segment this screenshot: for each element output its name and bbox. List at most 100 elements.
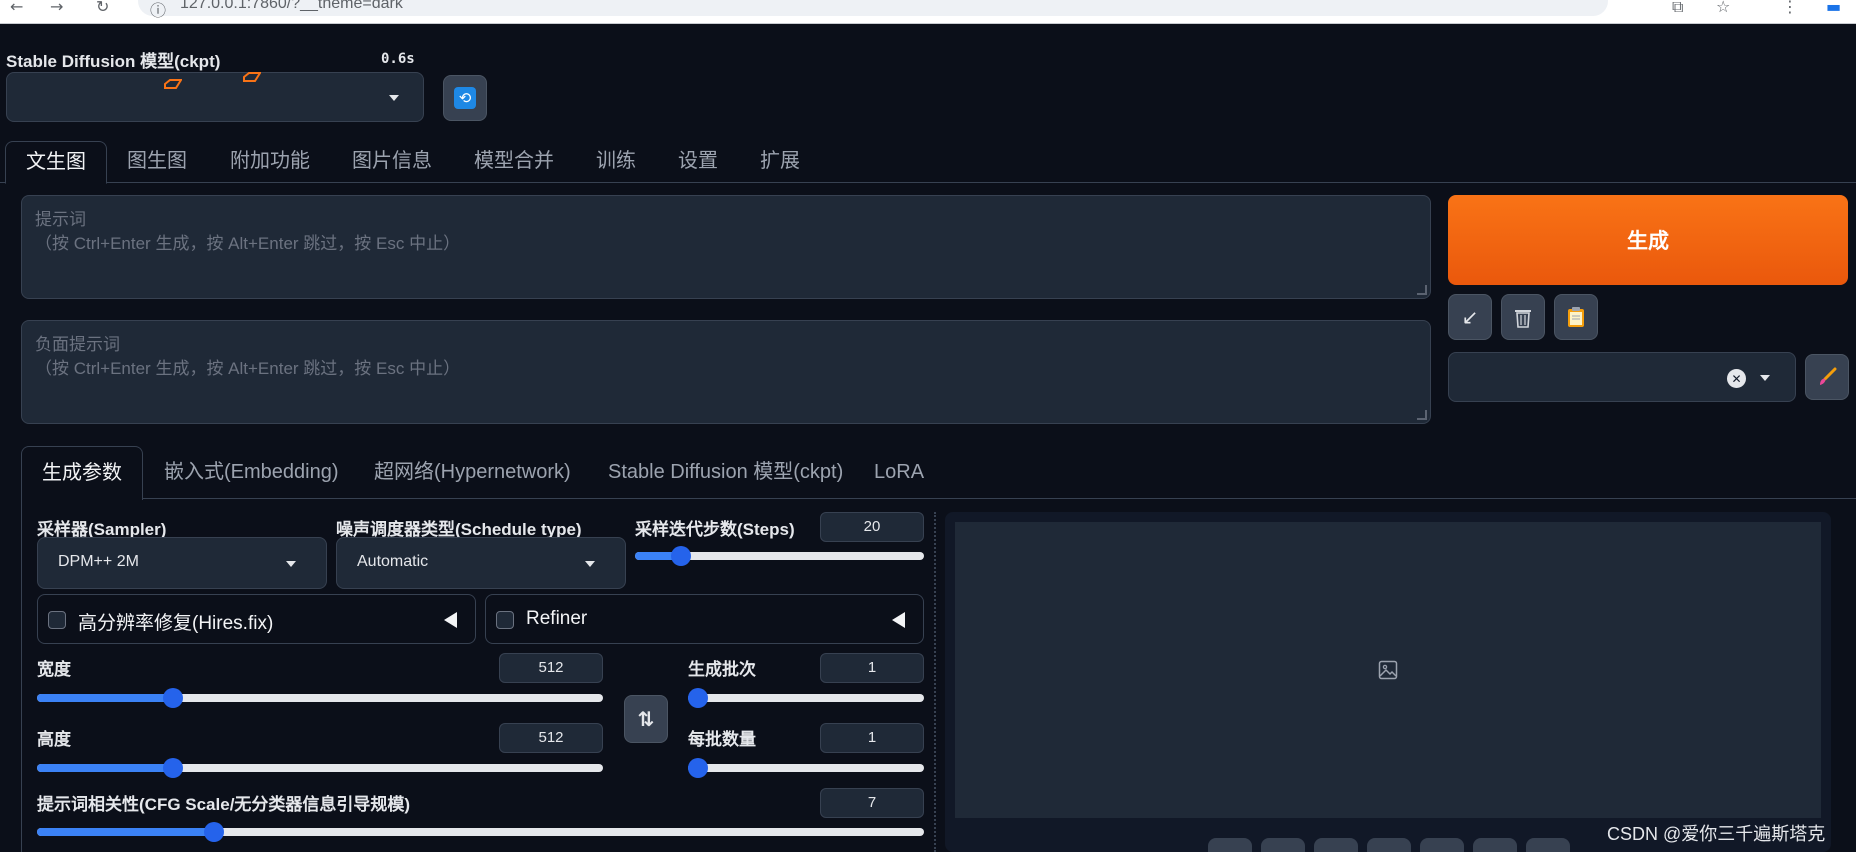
menu-icon[interactable]: ⋮ xyxy=(1782,0,1798,16)
tab-train[interactable]: 训练 xyxy=(596,141,636,183)
chevron-down-icon xyxy=(389,95,399,101)
paste-styles-button[interactable] xyxy=(1554,294,1598,340)
cfg-scale-input[interactable]: 7 xyxy=(820,788,924,818)
height-input[interactable]: 512 xyxy=(499,723,603,753)
height-slider[interactable] xyxy=(37,758,603,778)
hires-fix-checkbox[interactable] xyxy=(48,611,66,629)
chevron-down-icon xyxy=(1760,375,1770,381)
batch-size-label: 每批数量 xyxy=(688,730,756,749)
forward-icon[interactable]: → xyxy=(50,0,63,16)
chevron-down-icon xyxy=(585,561,595,567)
swap-dimensions-button[interactable]: ⇅ xyxy=(624,695,668,743)
slider-thumb[interactable] xyxy=(162,758,183,778)
refiner-accordion[interactable]: Refiner xyxy=(485,594,924,644)
tab-embedding[interactable]: 嵌入式(Embedding) xyxy=(164,446,339,499)
brush-icon xyxy=(1820,367,1837,385)
batch-size-slider[interactable] xyxy=(688,758,924,778)
prompt-placeholder-hint: （按 Ctrl+Enter 生成，按 Alt+Enter 跳过，按 Esc 中止… xyxy=(35,234,461,253)
refresh-checkpoint-button[interactable]: ⟲ xyxy=(443,75,487,121)
cfg-scale-slider[interactable] xyxy=(37,822,924,842)
slider-fill xyxy=(37,764,173,772)
negative-prompt-placeholder-title: 负面提示词 xyxy=(35,335,120,354)
steps-label: 采样迭代步数(Steps) xyxy=(635,520,795,539)
refiner-checkbox[interactable] xyxy=(496,611,514,629)
output-image xyxy=(955,522,1821,818)
trash-icon xyxy=(1515,310,1531,328)
checkpoint-load-time: 0.6s xyxy=(381,51,415,67)
tab-settings[interactable]: 设置 xyxy=(678,141,718,183)
arrow-down-left-icon: ↙ xyxy=(1461,305,1479,329)
tab-checkpoints[interactable]: Stable Diffusion 模型(ckpt) xyxy=(608,446,843,499)
parameter-tabs: 生成参数 嵌入式(Embedding) 超网络(Hypernetwork) St… xyxy=(0,446,1856,500)
send-to-inpaint-button[interactable] xyxy=(1420,838,1464,852)
open-folder-button[interactable] xyxy=(1208,838,1252,852)
slider-fill xyxy=(37,694,173,702)
slider-fill xyxy=(37,828,215,836)
refiner-label: Refiner xyxy=(526,608,588,629)
save-button[interactable] xyxy=(1261,838,1305,852)
site-info-icon[interactable]: ⓘ xyxy=(150,0,166,21)
tab-img2img[interactable]: 图生图 xyxy=(127,141,187,183)
watermark-text: CSDN @爱你三千遍斯塔克 xyxy=(1607,824,1826,844)
styles-dropdown[interactable]: ✕ xyxy=(1448,352,1796,402)
clear-prompt-button[interactable] xyxy=(1501,294,1545,340)
translate-icon[interactable]: ⧉ xyxy=(1672,0,1683,17)
loading-icon xyxy=(243,72,261,82)
batch-size-input[interactable]: 1 xyxy=(820,723,924,753)
tab-generation-params[interactable]: 生成参数 xyxy=(21,446,143,500)
batch-count-input[interactable]: 1 xyxy=(820,653,924,683)
hires-fix-accordion[interactable]: 高分辨率修复(Hires.fix) xyxy=(37,594,476,644)
tab-extensions[interactable]: 扩展 xyxy=(760,141,800,183)
edit-styles-button[interactable] xyxy=(1805,354,1849,400)
steps-input[interactable]: 20 xyxy=(820,512,924,542)
read-params-button[interactable]: ↙ xyxy=(1448,294,1492,340)
output-panel xyxy=(945,512,1831,852)
schedule-type-dropdown[interactable]: Automatic xyxy=(336,537,626,589)
panel-divider xyxy=(934,512,936,852)
tab-model-merge[interactable]: 模型合并 xyxy=(474,141,554,183)
tab-extras[interactable]: 附加功能 xyxy=(230,141,310,183)
height-label: 高度 xyxy=(37,730,71,749)
bookmark-star-icon[interactable]: ☆ xyxy=(1716,0,1730,16)
loading-icon xyxy=(164,79,182,89)
sampler-dropdown[interactable]: DPM++ 2M xyxy=(37,537,327,589)
batch-count-label: 生成批次 xyxy=(688,660,756,679)
negative-prompt-input[interactable]: 负面提示词 （按 Ctrl+Enter 生成，按 Alt+Enter 跳过，按 … xyxy=(21,320,1431,424)
send-to-extras-button[interactable] xyxy=(1473,838,1517,852)
checkpoint-dropdown[interactable] xyxy=(6,72,424,122)
image-placeholder-icon xyxy=(1378,660,1398,680)
steps-slider[interactable] xyxy=(635,546,924,566)
sampler-value: DPM++ 2M xyxy=(58,553,139,570)
collapse-triangle-icon[interactable] xyxy=(892,612,905,628)
slider-thumb[interactable] xyxy=(162,688,183,708)
schedule-type-value: Automatic xyxy=(357,553,429,570)
profile-icon[interactable]: ▬ xyxy=(1826,0,1841,16)
hires-fix-label: 高分辨率修复(Hires.fix) xyxy=(78,613,274,634)
clipboard-icon xyxy=(1568,307,1584,327)
reload-icon[interactable]: ↻ xyxy=(96,0,109,16)
slider-thumb[interactable] xyxy=(688,758,708,778)
tab-hypernetwork[interactable]: 超网络(Hypernetwork) xyxy=(374,446,571,499)
address-url: 127.0.0.1:7860/?__theme=dark xyxy=(180,0,403,12)
zip-button[interactable] xyxy=(1314,838,1358,852)
resize-handle-icon[interactable] xyxy=(1417,285,1427,295)
width-input[interactable]: 512 xyxy=(499,653,603,683)
tab-lora[interactable]: LoRA xyxy=(874,446,924,499)
send-to-img2img-button[interactable] xyxy=(1367,838,1411,852)
main-tabs: 文生图 图生图 附加功能 图片信息 模型合并 训练 设置 扩展 xyxy=(0,141,1856,184)
swap-icon: ⇅ xyxy=(637,707,655,731)
upscale-button[interactable] xyxy=(1526,838,1570,852)
negative-prompt-placeholder-hint: （按 Ctrl+Enter 生成，按 Alt+Enter 跳过，按 Esc 中止… xyxy=(35,359,461,378)
generate-button[interactable]: 生成 xyxy=(1448,195,1848,285)
back-icon[interactable]: ← xyxy=(10,0,23,16)
prompt-input[interactable]: 提示词 （按 Ctrl+Enter 生成，按 Alt+Enter 跳过，按 Es… xyxy=(21,195,1431,299)
batch-count-slider[interactable] xyxy=(688,688,924,708)
resize-handle-icon[interactable] xyxy=(1417,410,1427,420)
width-slider[interactable] xyxy=(37,688,603,708)
close-icon[interactable]: ✕ xyxy=(1727,369,1746,388)
slider-thumb[interactable] xyxy=(688,688,708,708)
tab-txt2img[interactable]: 文生图 xyxy=(5,141,107,184)
prompt-placeholder-title: 提示词 xyxy=(35,210,86,229)
collapse-triangle-icon[interactable] xyxy=(444,612,457,628)
tab-png-info[interactable]: 图片信息 xyxy=(352,141,432,183)
